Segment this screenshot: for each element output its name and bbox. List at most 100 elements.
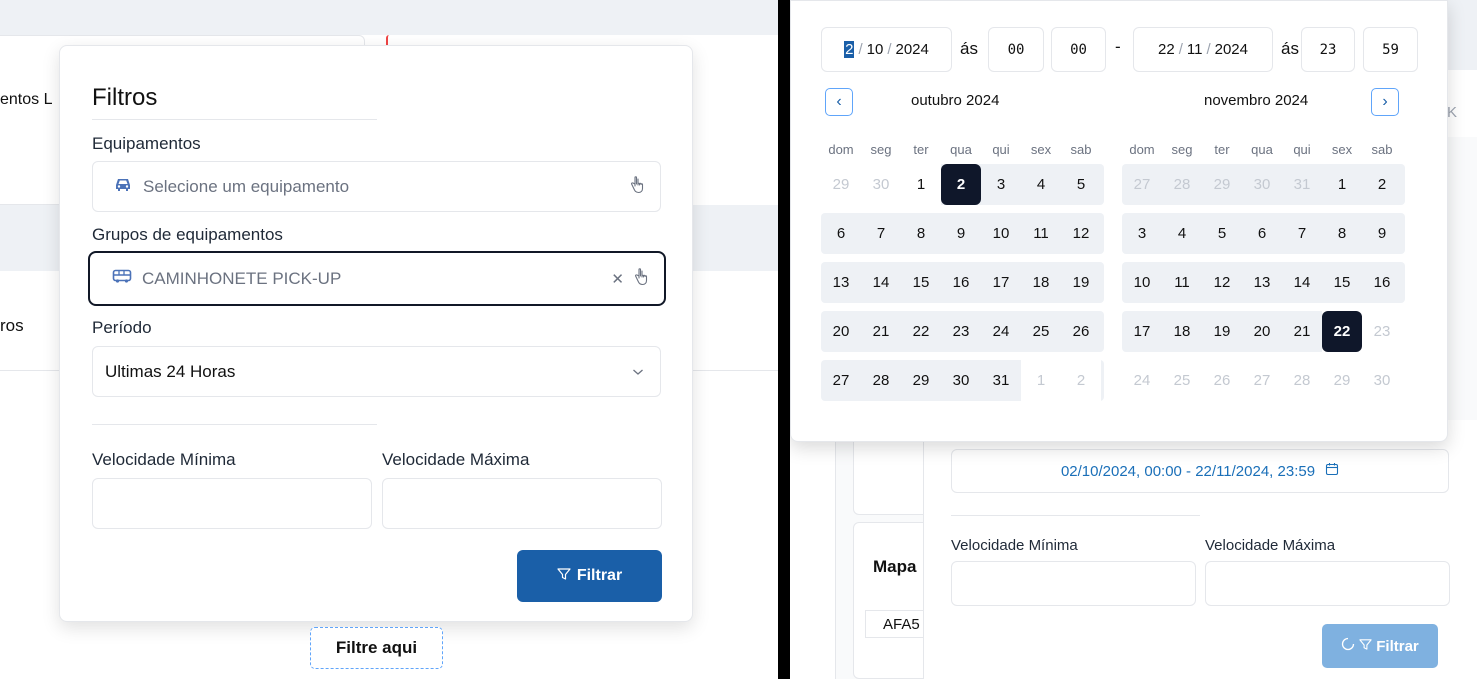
calendar-day[interactable]: 2 [1061, 360, 1101, 401]
calendar-day[interactable]: 23 [1362, 311, 1402, 352]
filtre-aqui-button[interactable]: Filtre aqui [310, 627, 443, 669]
calendar-day[interactable]: 28 [861, 360, 901, 401]
calendar-day[interactable]: 26 [1202, 360, 1242, 401]
calendar-day[interactable]: 10 [981, 213, 1021, 254]
calendar-day[interactable]: 6 [1242, 213, 1282, 254]
calendar-day[interactable]: 27 [1122, 164, 1162, 205]
calendar-day[interactable]: 15 [901, 262, 941, 303]
calendar-day[interactable]: 7 [861, 213, 901, 254]
calendar-day[interactable]: 20 [1242, 311, 1282, 352]
end-year-segment[interactable]: 2024 [1215, 41, 1248, 58]
equipamento-select[interactable]: Selecione um equipamento [92, 161, 661, 212]
filtrar-button[interactable]: Filtrar [517, 550, 662, 602]
start-month-segment[interactable]: 10 [867, 41, 884, 58]
calendar-day[interactable]: 29 [821, 164, 861, 205]
calendar-day[interactable]: 27 [1242, 360, 1282, 401]
calendar-day[interactable]: 1 [1021, 360, 1061, 401]
calendar-day[interactable]: 18 [1021, 262, 1061, 303]
calendar-day[interactable]: 21 [1282, 311, 1322, 352]
calendar-day[interactable]: 6 [821, 213, 861, 254]
start-hour-field[interactable]: 00 [988, 27, 1044, 72]
calendar-day[interactable]: 31 [981, 360, 1021, 401]
calendar-day[interactable]: 5 [1202, 213, 1242, 254]
calendar-day[interactable]: 30 [1242, 164, 1282, 205]
calendar-day[interactable]: 15 [1322, 262, 1362, 303]
start-year-segment[interactable]: 2024 [896, 41, 929, 58]
calendar-day[interactable]: 29 [901, 360, 941, 401]
calendar-day[interactable]: 2 [1362, 164, 1402, 205]
calendar-day[interactable]: 1 [1322, 164, 1362, 205]
end-day-segment[interactable]: 22 [1158, 41, 1175, 58]
calendar-day[interactable]: 12 [1061, 213, 1101, 254]
calendar-day[interactable]: 16 [941, 262, 981, 303]
calendar-day[interactable]: 8 [901, 213, 941, 254]
chevron-left-icon[interactable]: ‹ [825, 88, 853, 116]
calendar-day[interactable]: 21 [861, 311, 901, 352]
calendar-day[interactable]: 19 [1061, 262, 1101, 303]
start-minute-field[interactable]: 00 [1051, 27, 1106, 72]
calendar-day[interactable]: 23 [941, 311, 981, 352]
calendar-day[interactable]: 30 [1362, 360, 1402, 401]
calendar-day[interactable]: 30 [941, 360, 981, 401]
weekday-label: seg [870, 141, 892, 157]
end-date-field[interactable]: 22 / 11 / 2024 [1133, 27, 1273, 72]
end-minute-field[interactable]: 59 [1363, 27, 1418, 72]
date-range-value: 02/10/2024, 00:00 - 22/11/2024, 23:59 [1060, 462, 1316, 480]
calendar-day[interactable]: 18 [1162, 311, 1202, 352]
calendar-day[interactable]: 4 [1162, 213, 1202, 254]
calendar-day[interactable]: 5 [1061, 164, 1101, 205]
calendar-day[interactable]: 13 [821, 262, 861, 303]
end-month-segment[interactable]: 11 [1187, 41, 1203, 58]
calendar-day[interactable]: 8 [1322, 213, 1362, 254]
calendar-day[interactable]: 20 [821, 311, 861, 352]
calendar-day[interactable]: 3 [1122, 213, 1162, 254]
calendar-day[interactable]: 31 [1282, 164, 1322, 205]
calendar-day[interactable]: 19 [1202, 311, 1242, 352]
calendar-day[interactable]: 13 [1242, 262, 1282, 303]
calendar-day[interactable]: 28 [1162, 164, 1202, 205]
calendar-day-selected-end[interactable]: 22 [1322, 311, 1362, 352]
calendar-day[interactable]: 17 [981, 262, 1021, 303]
calendar-day[interactable]: 22 [901, 311, 941, 352]
calendar-day[interactable]: 11 [1162, 262, 1202, 303]
calendar-day[interactable]: 26 [1061, 311, 1101, 352]
close-icon[interactable]: ✕ [611, 270, 624, 288]
map-card [853, 522, 933, 679]
periodo-select[interactable]: Ultimas 24 Horas [92, 346, 661, 397]
velocidade-maxima-input[interactable] [382, 478, 662, 529]
calendar-day[interactable]: 17 [1122, 311, 1162, 352]
calendar-day[interactable]: 4 [1021, 164, 1061, 205]
grupos-select[interactable]: CAMINHONETE PICK-UP ✕ [88, 251, 666, 306]
filtrar-button-loading[interactable]: Filtrar [1322, 624, 1438, 668]
calendar-day[interactable]: 25 [1021, 311, 1061, 352]
chevron-right-icon[interactable]: › [1371, 88, 1399, 116]
calendar-day[interactable]: 27 [821, 360, 861, 401]
calendar-day[interactable]: 12 [1202, 262, 1242, 303]
calendar-day-selected-start[interactable]: 2 [941, 164, 981, 205]
calendar-day[interactable]: 11 [1021, 213, 1061, 254]
date-range-input[interactable]: 02/10/2024, 00:00 - 22/11/2024, 23:59 [951, 449, 1449, 493]
calendar-day[interactable]: 14 [1282, 262, 1322, 303]
start-date-field[interactable]: 2 / 10 / 2024 [821, 27, 952, 72]
velocidade-minima-input[interactable] [92, 478, 372, 529]
calendar-day[interactable]: 3 [981, 164, 1021, 205]
calendar-day[interactable]: 24 [1122, 360, 1162, 401]
calendar-day[interactable]: 9 [1362, 213, 1402, 254]
calendar-day[interactable]: 24 [981, 311, 1021, 352]
range-separator: - [1115, 37, 1121, 56]
calendar-day[interactable]: 30 [861, 164, 901, 205]
calendar-day[interactable]: 25 [1162, 360, 1202, 401]
velocidade-minima-input[interactable] [951, 561, 1196, 606]
end-hour-field[interactable]: 23 [1301, 27, 1355, 72]
calendar-day[interactable]: 7 [1282, 213, 1322, 254]
calendar-day[interactable]: 29 [1322, 360, 1362, 401]
calendar-day[interactable]: 29 [1202, 164, 1242, 205]
calendar-day[interactable]: 16 [1362, 262, 1402, 303]
start-day-segment[interactable]: 2 [844, 41, 855, 58]
calendar-day[interactable]: 1 [901, 164, 941, 205]
calendar-day[interactable]: 28 [1282, 360, 1322, 401]
calendar-day[interactable]: 9 [941, 213, 981, 254]
velocidade-maxima-input[interactable] [1205, 561, 1450, 606]
calendar-day[interactable]: 14 [861, 262, 901, 303]
calendar-day[interactable]: 10 [1122, 262, 1162, 303]
